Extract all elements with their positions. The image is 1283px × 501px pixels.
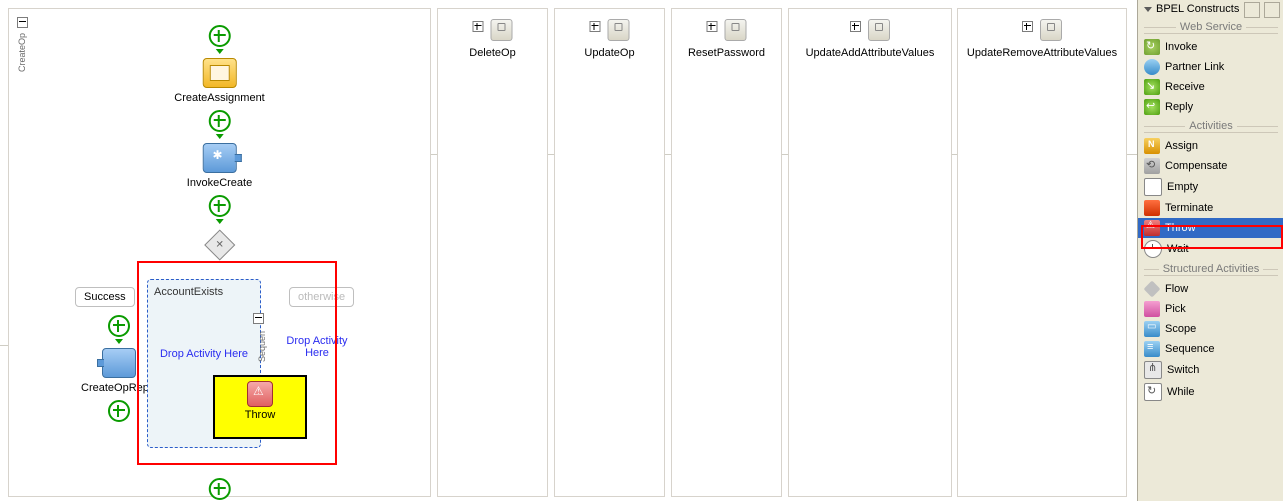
- palette-tool-icon[interactable]: [1264, 2, 1280, 18]
- scope-icon: [868, 19, 890, 41]
- wait-icon: [1144, 240, 1162, 258]
- add-node-button[interactable]: [209, 25, 231, 47]
- arrow-icon: [216, 49, 224, 54]
- branch-label: UpdateAddAttributeValues: [789, 47, 951, 59]
- case-success-chip[interactable]: Success: [75, 287, 135, 307]
- scope-icon: [608, 19, 630, 41]
- flow-icon: [1144, 281, 1161, 298]
- compensate-icon: [1144, 158, 1160, 174]
- branch-label: UpdateOp: [555, 47, 664, 59]
- dragging-throw-activity[interactable]: Throw: [213, 375, 307, 439]
- drop-target[interactable]: Drop Activity Here: [154, 348, 254, 360]
- arrow-icon: [115, 339, 123, 344]
- success-branch-column: CreateOpReply: [81, 309, 157, 428]
- add-node-button[interactable]: [209, 195, 231, 217]
- palette-group-structured: Structured Activities: [1144, 263, 1278, 276]
- branch-label: ResetPassword: [672, 47, 781, 59]
- drop-target-otherwise[interactable]: Drop Activity Here: [281, 335, 353, 359]
- add-node-button[interactable]: [209, 478, 231, 500]
- collapse-icon[interactable]: [17, 17, 28, 28]
- palette-item-reply[interactable]: Reply: [1138, 97, 1283, 117]
- branch-label: DeleteOp: [438, 47, 547, 59]
- palette-item-scope[interactable]: Scope: [1138, 319, 1283, 339]
- sequence-collapse[interactable]: [253, 313, 263, 327]
- palette-title-text: BPEL Constructs: [1156, 3, 1239, 15]
- palette-item-pick[interactable]: Pick: [1138, 299, 1283, 319]
- expand-icon[interactable]: [706, 21, 717, 32]
- arrow-icon: [216, 134, 224, 139]
- palette-item-while[interactable]: While: [1138, 381, 1283, 403]
- palette-group-activities: Activities: [1144, 120, 1278, 133]
- palette-item-sequence[interactable]: Sequence: [1138, 339, 1283, 359]
- scope-icon: [1040, 19, 1062, 41]
- empty-icon: [1144, 178, 1162, 196]
- assign-icon: [1144, 138, 1160, 154]
- palette-item-terminate[interactable]: Terminate: [1138, 198, 1283, 218]
- sequence-side-label: Sequen: [257, 331, 267, 362]
- branch-delete-op[interactable]: DeleteOp: [437, 8, 548, 497]
- pick-icon: [1144, 301, 1160, 317]
- branch-update-op[interactable]: UpdateOp: [554, 8, 665, 497]
- reply-label: CreateOpReply: [81, 382, 157, 394]
- bpel-canvas[interactable]: CreateOp CreateAssignment InvokeCreate S…: [0, 0, 1137, 501]
- terminate-icon: [1144, 200, 1160, 216]
- scope-icon: [1144, 321, 1160, 337]
- assign-label: CreateAssignment: [174, 92, 265, 104]
- expand-icon[interactable]: [850, 21, 861, 32]
- expand-icon[interactable]: [589, 21, 600, 32]
- while-icon: [1144, 383, 1162, 401]
- throw-icon: [247, 381, 273, 407]
- branch-reset-password[interactable]: ResetPassword: [671, 8, 782, 497]
- case-title: AccountExists: [154, 286, 254, 298]
- palette-item-empty[interactable]: Empty: [1138, 176, 1283, 198]
- sequence-icon: [1144, 341, 1160, 357]
- partner-link-icon: [1144, 59, 1160, 75]
- invoke-node[interactable]: [203, 143, 237, 173]
- palette-toolbar: [1244, 2, 1280, 18]
- assign-node[interactable]: [203, 58, 237, 88]
- palette-item-switch[interactable]: Switch: [1138, 359, 1283, 381]
- add-node-button[interactable]: [108, 315, 130, 337]
- add-node-button[interactable]: [209, 110, 231, 132]
- switch-gateway[interactable]: [204, 229, 235, 260]
- expand-icon[interactable]: [1022, 21, 1033, 32]
- palette-item-flow[interactable]: Flow: [1138, 279, 1283, 299]
- palette-item-throw[interactable]: Throw: [1138, 218, 1283, 238]
- add-node-button[interactable]: [108, 400, 130, 422]
- component-palette[interactable]: BPEL Constructs Web Service Invoke Partn…: [1137, 0, 1283, 501]
- scope-icon: [725, 19, 747, 41]
- palette-tool-icon[interactable]: [1244, 2, 1260, 18]
- scope-icon: [491, 19, 513, 41]
- reply-node[interactable]: [102, 348, 136, 378]
- branch-create-op[interactable]: CreateOp CreateAssignment InvokeCreate S…: [8, 8, 431, 497]
- invoke-label: InvokeCreate: [187, 177, 252, 189]
- chevron-down-icon: [1144, 7, 1152, 12]
- branch-update-add-attr[interactable]: UpdateAddAttributeValues: [788, 8, 952, 497]
- invoke-icon: [1144, 39, 1160, 55]
- palette-item-compensate[interactable]: Compensate: [1138, 156, 1283, 176]
- branch-label: UpdateRemoveAttributeValues: [958, 47, 1126, 59]
- palette-group-web-service: Web Service: [1144, 21, 1278, 34]
- switch-icon: [1144, 361, 1162, 379]
- receive-icon: [1144, 79, 1160, 95]
- throw-label: Throw: [215, 409, 305, 421]
- palette-item-invoke[interactable]: Invoke: [1138, 37, 1283, 57]
- branch-update-remove-attr[interactable]: UpdateRemoveAttributeValues: [957, 8, 1127, 497]
- palette-item-wait[interactable]: Wait: [1138, 238, 1283, 260]
- case-otherwise-chip[interactable]: otherwise: [289, 287, 354, 307]
- expand-icon[interactable]: [472, 21, 483, 32]
- palette-item-assign[interactable]: Assign: [1138, 136, 1283, 156]
- palette-item-partner-link[interactable]: Partner Link: [1138, 57, 1283, 77]
- palette-item-receive[interactable]: Receive: [1138, 77, 1283, 97]
- throw-icon: [1144, 220, 1160, 236]
- scope-side-label: CreateOp: [17, 33, 27, 72]
- arrow-icon: [216, 219, 224, 224]
- reply-icon: [1144, 99, 1160, 115]
